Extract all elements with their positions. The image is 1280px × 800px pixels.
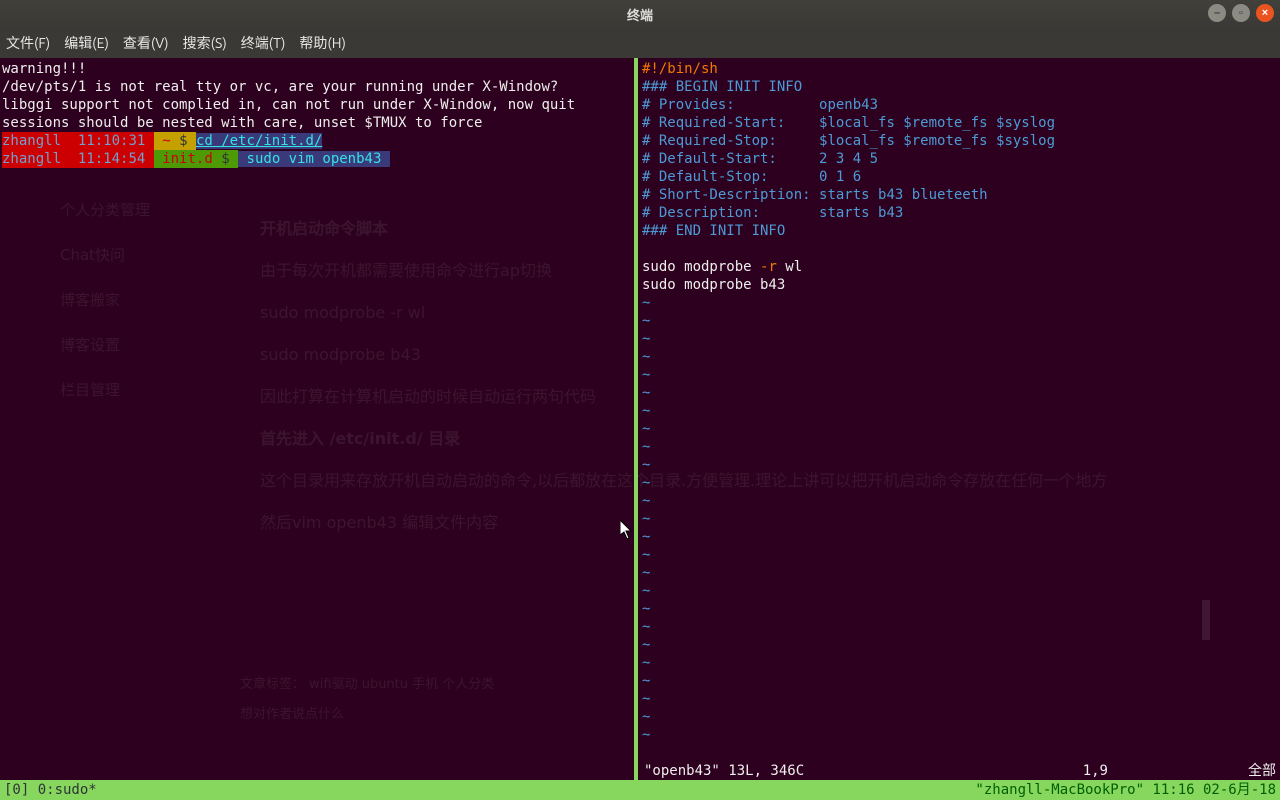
vim-tilde: ~ [642,637,650,653]
terminal-line: warning!!! [2,61,86,77]
terminal-line: libggi support not complied in, can not … [2,97,575,113]
vim-line: sudo modprobe -r wl [642,259,802,275]
vim-tilde: ~ [642,421,650,437]
vim-tilde: ~ [642,547,650,563]
vim-tilde: ~ [642,385,650,401]
vim-line: # Default-Start: 2 3 4 5 [642,151,878,167]
vim-status-line: "openb43" 13L, 346C 1,9 全部 [640,762,1280,780]
vim-tilde: ~ [642,565,650,581]
vim-status-file: "openb43" 13L, 346C [644,762,804,780]
prompt-user: zhangll [2,132,69,150]
vim-tilde: ~ [642,655,650,671]
terminal-line: /dev/pts/1 is not real tty or vc, are yo… [2,79,558,95]
prompt-dir: ~ $ [154,132,196,150]
menu-file[interactable]: 文件(F) [6,33,50,53]
vim-tilde: ~ [642,691,650,707]
vim-tilde: ~ [642,511,650,527]
vim-line: # Required-Start: $local_fs $remote_fs $… [642,115,1055,131]
vim-tilde: ~ [642,601,650,617]
vim-tilde: ~ [642,349,650,365]
prompt-command: sudo vim openb43 [238,151,390,167]
titlebar: 终端 – ▫ × [0,0,1280,28]
minimize-button[interactable]: – [1208,4,1226,22]
vim-tilde: ~ [642,619,650,635]
vim-tilde: ~ [642,709,650,725]
window-title: 终端 [627,5,653,24]
vim-tilde: ~ [642,457,650,473]
vim-tilde: ~ [642,403,650,419]
vim-line [642,241,650,257]
vim-line: #!/bin/sh [642,61,718,77]
prompt-time: 11:14:54 [69,150,153,168]
terminal-area[interactable]: 个人分类管理 Chat快问 博客搬家 博客设置 栏目管理 开机启动命令脚本 由于… [0,58,1280,800]
menu-edit[interactable]: 编辑(E) [64,33,109,53]
window-controls: – ▫ × [1208,4,1274,22]
tmux-status-right: "zhangll-MacBookPro" 11:16 02-6月-18 [975,780,1276,800]
vim-tilde: ~ [642,367,650,383]
vim-tilde: ~ [642,583,650,599]
vim-line: # Provides: openb43 [642,97,878,113]
vim-line: ### END INIT INFO [642,223,785,239]
vim-line: # Required-Stop: $local_fs $remote_fs $s… [642,133,1055,149]
prompt-command: cd /etc/init.d/ [196,133,322,149]
vim-line: sudo modprobe b43 [642,277,785,293]
prompt-time: 11:10:31 [69,132,153,150]
prompt-dir: init.d $ [154,150,238,168]
menu-search[interactable]: 搜索(S) [183,33,227,53]
vim-status-percent: 全部 [1248,762,1276,780]
vim-tilde: ~ [642,331,650,347]
vim-tilde: ~ [642,493,650,509]
vim-tilde: ~ [642,295,650,311]
menu-view[interactable]: 查看(V) [123,33,169,53]
vim-line: ### BEGIN INIT INFO [642,79,802,95]
vim-tilde: ~ [642,529,650,545]
close-button[interactable]: × [1256,4,1274,22]
vim-line: # Short-Description: starts b43 blueteet… [642,187,988,203]
tmux-status-bar[interactable]: [0] 0:sudo* "zhangll-MacBookPro" 11:16 0… [0,780,1280,800]
vim-tilde: ~ [642,313,650,329]
vim-line: # Description: starts b43 [642,205,903,221]
vim-tilde: ~ [642,673,650,689]
menu-help[interactable]: 帮助(H) [299,33,346,53]
prompt-user: zhangll [2,150,69,168]
vim-tilde: ~ [642,475,650,491]
maximize-button[interactable]: ▫ [1232,4,1250,22]
menu-terminal[interactable]: 终端(T) [241,33,286,53]
terminal-line: sessions should be nested with care, uns… [2,115,482,131]
tmux-left-pane[interactable]: warning!!! /dev/pts/1 is not real tty or… [0,58,634,780]
vim-tilde: ~ [642,439,650,455]
tmux-pane-divider[interactable] [634,58,638,780]
vim-tilde: ~ [642,727,650,743]
tmux-status-left: [0] 0:sudo* [4,780,97,800]
tmux-right-pane[interactable]: #!/bin/sh ### BEGIN INIT INFO # Provides… [640,58,1280,780]
vim-status-position: 1,9 [804,762,1248,780]
vim-line: # Default-Stop: 0 1 6 [642,169,861,185]
menubar: 文件(F) 编辑(E) 查看(V) 搜索(S) 终端(T) 帮助(H) [0,28,1280,58]
